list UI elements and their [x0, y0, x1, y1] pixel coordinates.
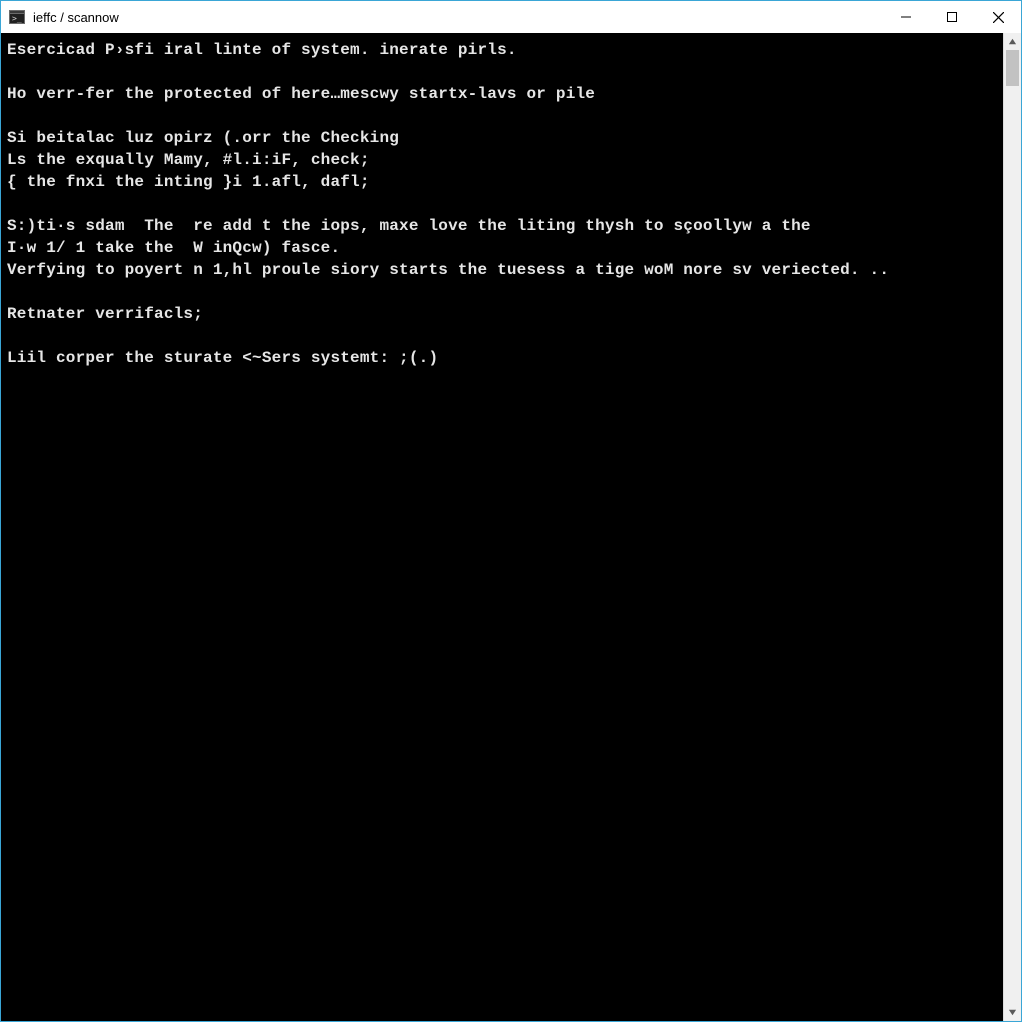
- scroll-up-button[interactable]: [1004, 33, 1021, 50]
- terminal-line: Verfying to poyert n 1,hl proule siory s…: [7, 259, 1003, 281]
- minimize-button[interactable]: [883, 1, 929, 33]
- terminal-line: [7, 61, 1003, 83]
- svg-text:>_: >_: [12, 14, 22, 23]
- terminal-line: [7, 193, 1003, 215]
- maximize-button[interactable]: [929, 1, 975, 33]
- titlebar[interactable]: >_ ieffc / scannow: [1, 1, 1021, 33]
- scroll-down-button[interactable]: [1004, 1004, 1021, 1021]
- close-button[interactable]: [975, 1, 1021, 33]
- terminal-line: Liil corper the sturate <~Sers systemt: …: [7, 347, 1003, 369]
- title-left: >_ ieffc / scannow: [1, 9, 119, 25]
- terminal-line: [7, 281, 1003, 303]
- terminal-line: { the fnxi the inting }i 1.afl, dafl;: [7, 171, 1003, 193]
- app-window: >_ ieffc / scannow: [0, 0, 1022, 1022]
- terminal-line: Esercicad P›sfi iral linte of system. in…: [7, 39, 1003, 61]
- terminal-output[interactable]: Esercicad P›sfi iral linte of system. in…: [1, 33, 1003, 1021]
- scroll-thumb[interactable]: [1006, 50, 1019, 86]
- scroll-track[interactable]: [1004, 50, 1021, 1004]
- terminal-line: Ho verr-fer the protected of here…mescwy…: [7, 83, 1003, 105]
- vertical-scrollbar[interactable]: [1003, 33, 1021, 1021]
- window-title: ieffc / scannow: [33, 10, 119, 25]
- client-area: Esercicad P›sfi iral linte of system. in…: [1, 33, 1021, 1021]
- terminal-line: Retnater verrifacls;: [7, 303, 1003, 325]
- terminal-line: [7, 105, 1003, 127]
- terminal-line: S:)ti·s sdam The re add t the iops, maxe…: [7, 215, 1003, 237]
- window-controls: [883, 1, 1021, 33]
- command-prompt-icon: >_: [9, 9, 25, 25]
- terminal-line: Si beitalас luz opirz (.orr the Checking: [7, 127, 1003, 149]
- terminal-line: I·w 1/ 1 take the W inQcw) fasce.: [7, 237, 1003, 259]
- terminal-line: Ls the exqually Mamy, #l.i:iF, check;: [7, 149, 1003, 171]
- terminal-line: [7, 325, 1003, 347]
